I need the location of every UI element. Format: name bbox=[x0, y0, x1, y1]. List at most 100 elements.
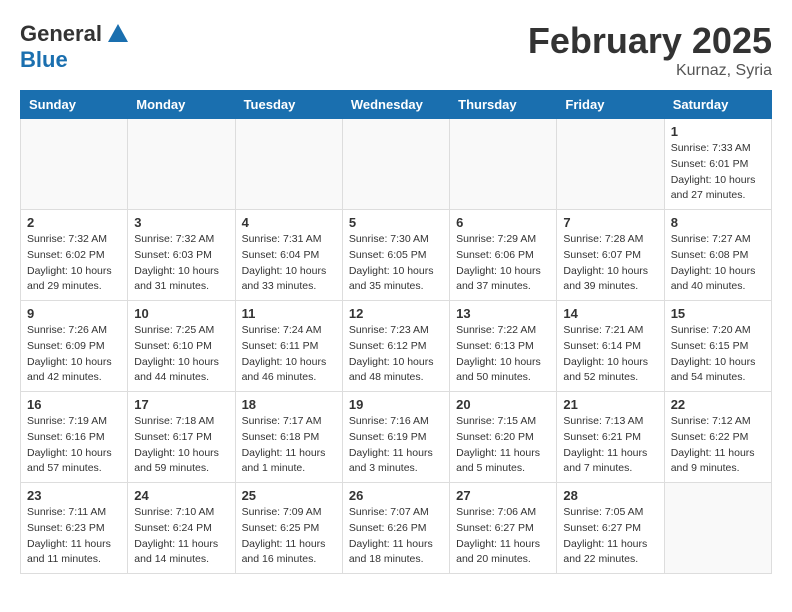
page-header: General Blue February 2025 Kurnaz, Syria bbox=[20, 20, 772, 80]
week-row-4: 16 Sunrise: 7:19 AM Sunset: 6:16 PM Dayli… bbox=[21, 392, 772, 483]
day-number: 15 bbox=[671, 306, 765, 321]
day-info: Sunrise: 7:17 AM Sunset: 6:18 PM Dayligh… bbox=[242, 414, 336, 477]
logo-icon bbox=[104, 20, 132, 48]
day-number: 18 bbox=[242, 397, 336, 412]
day-cell: 20 Sunrise: 7:15 AM Sunset: 6:20 PM Dayli… bbox=[450, 392, 557, 483]
day-info: Sunrise: 7:11 AM Sunset: 6:23 PM Dayligh… bbox=[27, 505, 121, 568]
weekday-header-friday: Friday bbox=[557, 91, 664, 119]
day-info: Sunrise: 7:27 AM Sunset: 6:08 PM Dayligh… bbox=[671, 232, 765, 295]
day-cell: 2 Sunrise: 7:32 AM Sunset: 6:02 PM Daylig… bbox=[21, 210, 128, 301]
weekday-header-monday: Monday bbox=[128, 91, 235, 119]
day-number: 26 bbox=[349, 488, 443, 503]
day-cell: 6 Sunrise: 7:29 AM Sunset: 6:06 PM Daylig… bbox=[450, 210, 557, 301]
day-cell bbox=[21, 119, 128, 210]
day-info: Sunrise: 7:30 AM Sunset: 6:05 PM Dayligh… bbox=[349, 232, 443, 295]
day-cell: 13 Sunrise: 7:22 AM Sunset: 6:13 PM Dayli… bbox=[450, 301, 557, 392]
day-number: 20 bbox=[456, 397, 550, 412]
day-number: 6 bbox=[456, 215, 550, 230]
day-info: Sunrise: 7:10 AM Sunset: 6:24 PM Dayligh… bbox=[134, 505, 228, 568]
week-row-5: 23 Sunrise: 7:11 AM Sunset: 6:23 PM Dayli… bbox=[21, 483, 772, 574]
day-cell bbox=[342, 119, 449, 210]
day-cell: 22Sunrise: 7:12 AM Sunset: 6:22 PM Dayli… bbox=[664, 392, 771, 483]
day-info: Sunrise: 7:05 AM Sunset: 6:27 PM Dayligh… bbox=[563, 505, 657, 568]
day-cell: 5 Sunrise: 7:30 AM Sunset: 6:05 PM Daylig… bbox=[342, 210, 449, 301]
day-info: Sunrise: 7:19 AM Sunset: 6:16 PM Dayligh… bbox=[27, 414, 121, 477]
day-number: 3 bbox=[134, 215, 228, 230]
week-row-1: 1 Sunrise: 7:33 AM Sunset: 6:01 PM Daylig… bbox=[21, 119, 772, 210]
week-row-2: 2 Sunrise: 7:32 AM Sunset: 6:02 PM Daylig… bbox=[21, 210, 772, 301]
day-number: 2 bbox=[27, 215, 121, 230]
weekday-header-wednesday: Wednesday bbox=[342, 91, 449, 119]
day-info: Sunrise: 7:24 AM Sunset: 6:11 PM Dayligh… bbox=[242, 323, 336, 386]
weekday-header-row: SundayMondayTuesdayWednesdayThursdayFrid… bbox=[21, 91, 772, 119]
week-row-3: 9 Sunrise: 7:26 AM Sunset: 6:09 PM Daylig… bbox=[21, 301, 772, 392]
day-number: 21 bbox=[563, 397, 657, 412]
day-cell: 25Sunrise: 7:09 AM Sunset: 6:25 PM Dayli… bbox=[235, 483, 342, 574]
day-number: 5 bbox=[349, 215, 443, 230]
day-info: Sunrise: 7:16 AM Sunset: 6:19 PM Dayligh… bbox=[349, 414, 443, 477]
day-number: 7 bbox=[563, 215, 657, 230]
day-cell: 11 Sunrise: 7:24 AM Sunset: 6:11 PM Dayli… bbox=[235, 301, 342, 392]
day-number: 16 bbox=[27, 397, 121, 412]
day-info: Sunrise: 7:23 AM Sunset: 6:12 PM Dayligh… bbox=[349, 323, 443, 386]
day-number: 13 bbox=[456, 306, 550, 321]
day-number: 27 bbox=[456, 488, 550, 503]
day-number: 14 bbox=[563, 306, 657, 321]
day-cell bbox=[664, 483, 771, 574]
day-info: Sunrise: 7:13 AM Sunset: 6:21 PM Dayligh… bbox=[563, 414, 657, 477]
month-year-title: February 2025 bbox=[528, 20, 772, 62]
day-cell: 3 Sunrise: 7:32 AM Sunset: 6:03 PM Daylig… bbox=[128, 210, 235, 301]
day-cell bbox=[450, 119, 557, 210]
weekday-header-tuesday: Tuesday bbox=[235, 91, 342, 119]
day-number: 23 bbox=[27, 488, 121, 503]
day-cell: 10 Sunrise: 7:25 AM Sunset: 6:10 PM Dayli… bbox=[128, 301, 235, 392]
day-info: Sunrise: 7:09 AM Sunset: 6:25 PM Dayligh… bbox=[242, 505, 336, 568]
day-cell: 4Sunrise: 7:31 AM Sunset: 6:04 PM Daylig… bbox=[235, 210, 342, 301]
day-info: Sunrise: 7:06 AM Sunset: 6:27 PM Dayligh… bbox=[456, 505, 550, 568]
day-cell: 1 Sunrise: 7:33 AM Sunset: 6:01 PM Daylig… bbox=[664, 119, 771, 210]
day-number: 17 bbox=[134, 397, 228, 412]
day-info: Sunrise: 7:25 AM Sunset: 6:10 PM Dayligh… bbox=[134, 323, 228, 386]
day-cell: 24 Sunrise: 7:10 AM Sunset: 6:24 PM Dayli… bbox=[128, 483, 235, 574]
day-info: Sunrise: 7:26 AM Sunset: 6:09 PM Dayligh… bbox=[27, 323, 121, 386]
day-info: Sunrise: 7:18 AM Sunset: 6:17 PM Dayligh… bbox=[134, 414, 228, 477]
day-number: 12 bbox=[349, 306, 443, 321]
day-cell: 8 Sunrise: 7:27 AM Sunset: 6:08 PM Daylig… bbox=[664, 210, 771, 301]
day-info: Sunrise: 7:07 AM Sunset: 6:26 PM Dayligh… bbox=[349, 505, 443, 568]
logo-general: General bbox=[20, 22, 102, 46]
day-cell: 16 Sunrise: 7:19 AM Sunset: 6:16 PM Dayli… bbox=[21, 392, 128, 483]
day-number: 1 bbox=[671, 124, 765, 139]
weekday-header-sunday: Sunday bbox=[21, 91, 128, 119]
weekday-header-thursday: Thursday bbox=[450, 91, 557, 119]
location-subtitle: Kurnaz, Syria bbox=[528, 62, 772, 80]
day-cell bbox=[235, 119, 342, 210]
day-info: Sunrise: 7:32 AM Sunset: 6:02 PM Dayligh… bbox=[27, 232, 121, 295]
day-info: Sunrise: 7:29 AM Sunset: 6:06 PM Dayligh… bbox=[456, 232, 550, 295]
day-number: 28 bbox=[563, 488, 657, 503]
day-number: 11 bbox=[242, 306, 336, 321]
day-info: Sunrise: 7:12 AM Sunset: 6:22 PM Dayligh… bbox=[671, 414, 765, 477]
day-cell: 18 Sunrise: 7:17 AM Sunset: 6:18 PM Dayli… bbox=[235, 392, 342, 483]
weekday-header-saturday: Saturday bbox=[664, 91, 771, 119]
title-block: February 2025 Kurnaz, Syria bbox=[528, 20, 772, 80]
day-info: Sunrise: 7:28 AM Sunset: 6:07 PM Dayligh… bbox=[563, 232, 657, 295]
day-info: Sunrise: 7:20 AM Sunset: 6:15 PM Dayligh… bbox=[671, 323, 765, 386]
day-cell: 27 Sunrise: 7:06 AM Sunset: 6:27 PM Dayli… bbox=[450, 483, 557, 574]
day-info: Sunrise: 7:32 AM Sunset: 6:03 PM Dayligh… bbox=[134, 232, 228, 295]
day-number: 19 bbox=[349, 397, 443, 412]
day-number: 24 bbox=[134, 488, 228, 503]
day-info: Sunrise: 7:22 AM Sunset: 6:13 PM Dayligh… bbox=[456, 323, 550, 386]
day-cell: 7 Sunrise: 7:28 AM Sunset: 6:07 PM Daylig… bbox=[557, 210, 664, 301]
day-cell: 28 Sunrise: 7:05 AM Sunset: 6:27 PM Dayli… bbox=[557, 483, 664, 574]
day-number: 8 bbox=[671, 215, 765, 230]
day-cell: 14 Sunrise: 7:21 AM Sunset: 6:14 PM Dayli… bbox=[557, 301, 664, 392]
day-cell: 15 Sunrise: 7:20 AM Sunset: 6:15 PM Dayli… bbox=[664, 301, 771, 392]
day-cell: 23 Sunrise: 7:11 AM Sunset: 6:23 PM Dayli… bbox=[21, 483, 128, 574]
day-info: Sunrise: 7:21 AM Sunset: 6:14 PM Dayligh… bbox=[563, 323, 657, 386]
day-number: 9 bbox=[27, 306, 121, 321]
logo-blue: Blue bbox=[20, 47, 68, 72]
day-info: Sunrise: 7:15 AM Sunset: 6:20 PM Dayligh… bbox=[456, 414, 550, 477]
day-number: 10 bbox=[134, 306, 228, 321]
day-info: Sunrise: 7:33 AM Sunset: 6:01 PM Dayligh… bbox=[671, 141, 765, 204]
day-cell: 26 Sunrise: 7:07 AM Sunset: 6:26 PM Dayli… bbox=[342, 483, 449, 574]
